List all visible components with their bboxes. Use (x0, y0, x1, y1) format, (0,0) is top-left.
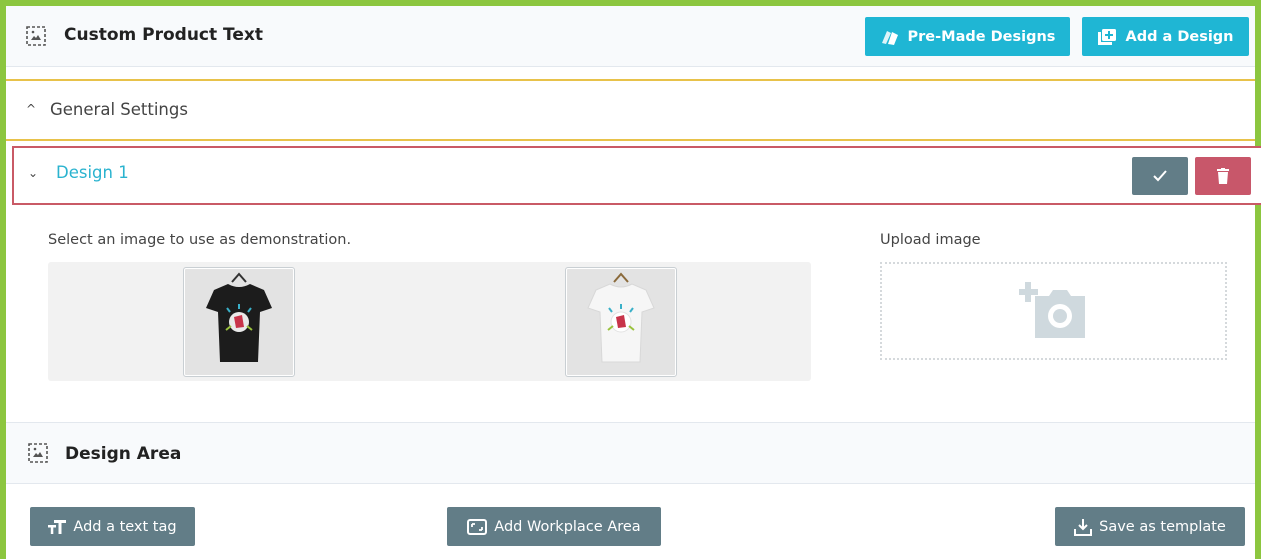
trash-icon (1217, 168, 1229, 184)
select-image-label: Select an image to use as demonstration. (48, 232, 352, 248)
upload-image-label: Upload image (880, 232, 981, 248)
add-layer-icon (1098, 28, 1117, 45)
page-title: Custom Product Text (64, 25, 264, 45)
chevron-down-icon: ⌄ (28, 166, 39, 180)
delete-design-button[interactable] (1195, 157, 1251, 195)
general-settings-toggle[interactable]: ^ General Settings (6, 79, 1255, 141)
chevron-up-icon: ^ (26, 102, 37, 116)
upload-image-dropzone[interactable] (880, 262, 1227, 360)
demo-image-white-tshirt[interactable] (565, 267, 677, 377)
add-design-button[interactable]: Add a Design (1082, 17, 1249, 56)
save-as-template-label: Save as template (1099, 518, 1226, 535)
add-design-label: Add a Design (1125, 28, 1234, 45)
pre-made-designs-label: Pre-Made Designs (907, 28, 1056, 45)
general-settings-label: General Settings (50, 100, 188, 119)
pre-made-designs-button[interactable]: Pre-Made Designs (865, 17, 1070, 56)
layers-icon (881, 30, 898, 45)
add-text-tag-label: Add a text tag (73, 518, 177, 535)
add-photo-icon (1018, 282, 1085, 338)
black-tshirt-image (206, 272, 272, 362)
design-1-label: Design 1 (56, 163, 129, 182)
add-text-tag-button[interactable]: Add a text tag (30, 507, 195, 546)
custom-product-text-header: Custom Product Text Pre-Made Designs Add… (6, 6, 1255, 67)
image-placeholder-icon (26, 26, 46, 46)
demo-image-gallery (48, 262, 811, 381)
design-area-header: Design Area (6, 422, 1255, 484)
design-area-title: Design Area (65, 444, 182, 464)
white-tshirt-image (587, 272, 655, 363)
add-workplace-area-label: Add Workplace Area (494, 518, 641, 535)
confirm-design-button[interactable] (1132, 157, 1188, 195)
check-icon (1153, 170, 1167, 182)
frame-icon (467, 518, 488, 535)
download-icon (1074, 518, 1093, 536)
save-as-template-button[interactable]: Save as template (1055, 507, 1245, 546)
add-workplace-area-button[interactable]: Add Workplace Area (447, 507, 661, 546)
text-size-icon (48, 519, 67, 534)
demo-image-black-tshirt[interactable] (183, 267, 295, 377)
design-1-toggle[interactable]: ⌄ Design 1 (12, 146, 1261, 205)
image-placeholder-icon (28, 443, 48, 463)
